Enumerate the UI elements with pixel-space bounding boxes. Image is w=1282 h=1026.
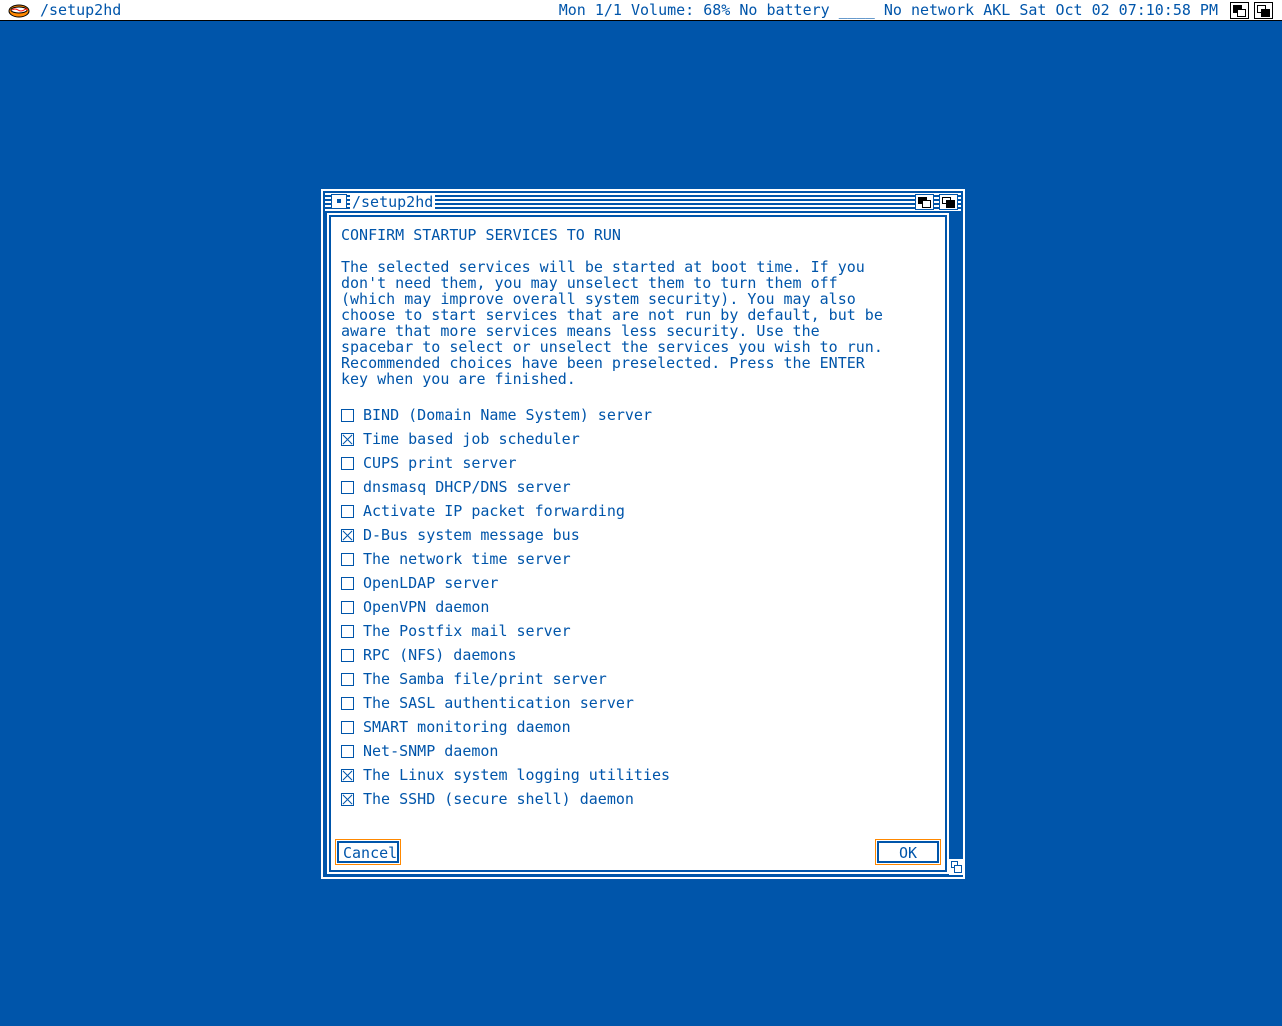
service-label: The network time server <box>363 550 571 568</box>
checkbox-unchecked-icon[interactable] <box>341 456 354 470</box>
checkbox-checked-icon[interactable] <box>341 792 354 806</box>
service-label: OpenLDAP server <box>363 574 499 592</box>
service-item[interactable]: OpenLDAP server <box>341 571 670 595</box>
checkbox-checked-icon[interactable] <box>341 432 354 446</box>
ok-button-label: OK <box>877 841 939 863</box>
service-item[interactable]: The Postfix mail server <box>341 619 670 643</box>
checkbox-checked-icon[interactable] <box>341 528 354 542</box>
service-item[interactable]: The SSHD (secure shell) daemon <box>341 787 670 811</box>
checkbox-unchecked-icon[interactable] <box>341 408 354 422</box>
close-icon[interactable] <box>331 194 347 209</box>
dialog-content: CONFIRM STARTUP SERVICES TO RUN The sele… <box>327 213 949 874</box>
service-item[interactable]: Activate IP packet forwarding <box>341 499 670 523</box>
screen-menubar: /setup2hd Mon 1/1 Volume: 68% No battery… <box>0 0 1282 21</box>
service-item[interactable]: The Samba file/print server <box>341 667 670 691</box>
service-item[interactable]: D-Bus system message bus <box>341 523 670 547</box>
checkbox-checked-icon[interactable] <box>341 768 354 782</box>
checkbox-unchecked-icon[interactable] <box>341 576 354 590</box>
service-item[interactable]: Net-SNMP daemon <box>341 739 670 763</box>
status-bar-text: Mon 1/1 Volume: 68% No battery ____ No n… <box>558 1 1218 19</box>
service-item[interactable]: BIND (Domain Name System) server <box>341 403 670 427</box>
service-item[interactable]: dnsmasq DHCP/DNS server <box>341 475 670 499</box>
service-label: OpenVPN daemon <box>363 598 490 616</box>
cancel-button-label: Cancel <box>337 841 399 863</box>
service-item[interactable]: The network time server <box>341 547 670 571</box>
hotdog-logo-icon[interactable] <box>8 3 30 18</box>
service-label: The Linux system logging utilities <box>363 766 671 784</box>
service-label: The SASL authentication server <box>363 694 634 712</box>
service-label: The Samba file/print server <box>363 670 607 688</box>
window-zoom-icon[interactable] <box>915 194 934 210</box>
checkbox-unchecked-icon[interactable] <box>341 672 354 686</box>
cancel-button[interactable]: Cancel <box>335 839 401 865</box>
service-item[interactable]: Time based job scheduler <box>341 427 670 451</box>
checkbox-unchecked-icon[interactable] <box>341 696 354 710</box>
resize-handle-icon[interactable] <box>949 859 963 875</box>
screen-depth-back-icon[interactable] <box>1230 2 1249 19</box>
window-title: /setup2hd <box>350 193 436 211</box>
service-label: The Postfix mail server <box>363 622 571 640</box>
window-depth-icon[interactable] <box>939 194 958 210</box>
dialog-heading: CONFIRM STARTUP SERVICES TO RUN <box>341 226 621 244</box>
checkbox-unchecked-icon[interactable] <box>341 600 354 614</box>
service-label: SMART monitoring daemon <box>363 718 571 736</box>
service-item[interactable]: The SASL authentication server <box>341 691 670 715</box>
screen-depth-front-icon[interactable] <box>1254 2 1273 19</box>
dialog-instructions: The selected services will be started at… <box>341 258 883 388</box>
checkbox-unchecked-icon[interactable] <box>341 552 354 566</box>
service-label: Activate IP packet forwarding <box>363 502 625 520</box>
service-label: RPC (NFS) daemons <box>363 646 517 664</box>
service-item[interactable]: The Linux system logging utilities <box>341 763 670 787</box>
service-label: D-Bus system message bus <box>363 526 580 544</box>
checkbox-unchecked-icon[interactable] <box>341 744 354 758</box>
service-label: The SSHD (secure shell) daemon <box>363 790 634 808</box>
setup-window: /setup2hd CONFIRM STARTUP SERVICES TO RU… <box>321 189 965 879</box>
checkbox-unchecked-icon[interactable] <box>341 504 354 518</box>
service-item[interactable]: RPC (NFS) daemons <box>341 643 670 667</box>
services-checklist: BIND (Domain Name System) server Time bas… <box>341 403 670 811</box>
ok-button[interactable]: OK <box>875 839 941 865</box>
service-item[interactable]: SMART monitoring daemon <box>341 715 670 739</box>
checkbox-unchecked-icon[interactable] <box>341 624 354 638</box>
service-label: CUPS print server <box>363 454 517 472</box>
service-label: BIND (Domain Name System) server <box>363 406 652 424</box>
service-item[interactable]: CUPS print server <box>341 451 670 475</box>
screen-title: /setup2hd <box>40 1 122 19</box>
service-item[interactable]: OpenVPN daemon <box>341 595 670 619</box>
service-label: Net-SNMP daemon <box>363 742 499 760</box>
window-titlebar[interactable]: /setup2hd <box>325 193 961 211</box>
checkbox-unchecked-icon[interactable] <box>341 648 354 662</box>
checkbox-unchecked-icon[interactable] <box>341 720 354 734</box>
checkbox-unchecked-icon[interactable] <box>341 480 354 494</box>
service-label: Time based job scheduler <box>363 430 580 448</box>
service-label: dnsmasq DHCP/DNS server <box>363 478 571 496</box>
